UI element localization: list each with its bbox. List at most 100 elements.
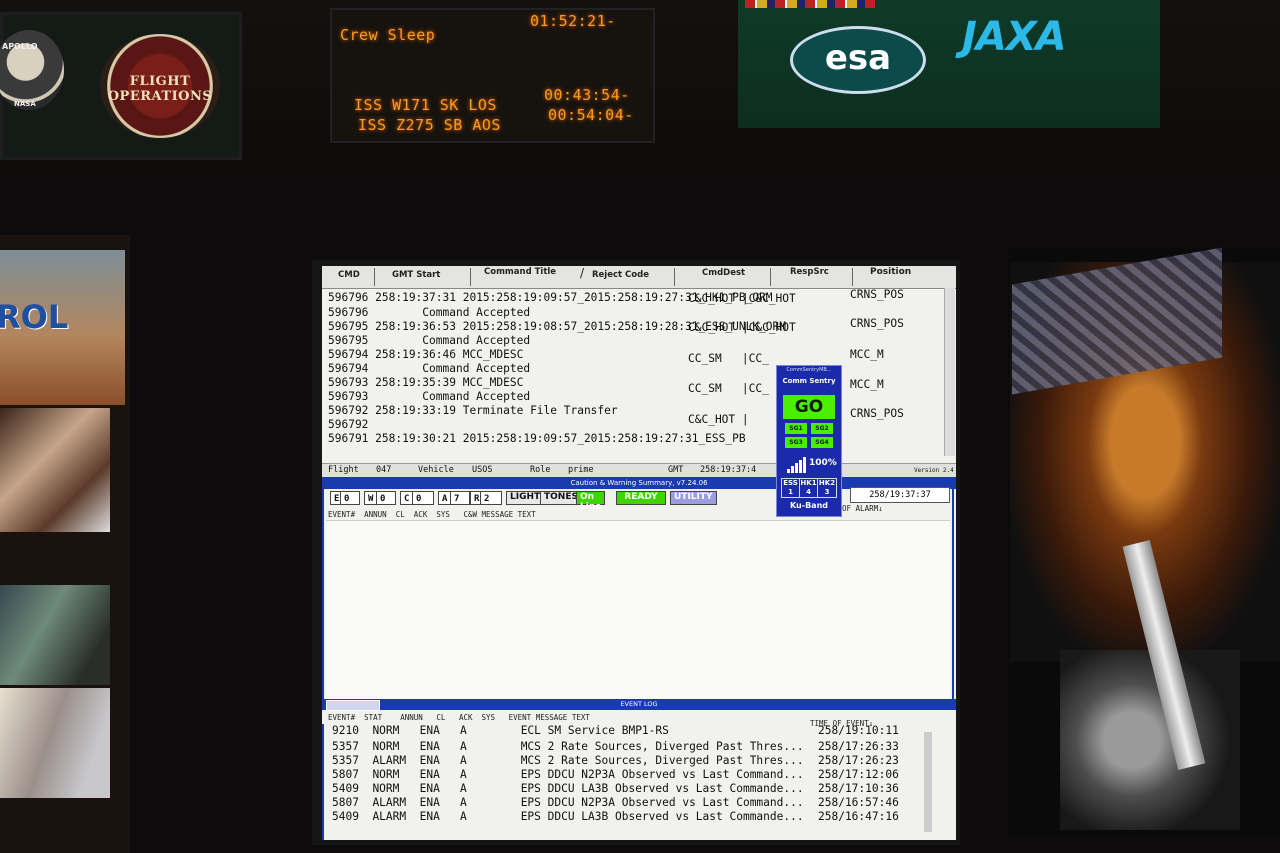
list-item[interactable]: 596794 258:19:36:46 MCC_MDESC	[328, 348, 523, 361]
table-row-time: 258/17:12:06	[818, 768, 899, 781]
nasa-label: NASA	[14, 100, 36, 108]
vehicle-value: USOS	[472, 465, 493, 475]
poster-image-3	[0, 585, 110, 685]
esa-label: esa	[824, 38, 892, 78]
list-item[interactable]: 596795 Command Accepted	[328, 334, 530, 347]
ready-button[interactable]: READY	[616, 491, 666, 505]
band-hk2: HK2 3	[818, 479, 836, 496]
count-c-value: 0	[412, 491, 434, 505]
list-item-position: CRNS_POS	[850, 317, 904, 330]
vehicle-label: Vehicle	[418, 465, 454, 475]
table-row[interactable]: 5807 ALARM ENA A EPS DDCU N2P3A Observed…	[332, 796, 804, 809]
list-item-position: CRNS_POS	[850, 407, 904, 420]
list-item-dest: C&C_HOT |	[688, 413, 749, 426]
count-e-value: 0	[340, 491, 360, 505]
gmt-value: 258:19:37:4	[700, 465, 757, 475]
event-log-list: 9210 NORM ENA A ECL SM Service BMP1-RS 2…	[322, 724, 956, 840]
table-row[interactable]: 5357 NORM ENA A MCS 2 Rate Sources, Dive…	[332, 740, 804, 753]
los-time: 00:43:54-	[544, 86, 630, 104]
col-respsrc[interactable]: RespSrc	[790, 267, 829, 277]
comm-sentry-widget[interactable]: CommSentryMB... Comm Sentry GO SG1 SG2 S…	[776, 365, 842, 517]
command-history-header: CMD GMT Start Command Title / Reject Cod…	[322, 266, 956, 289]
band-table: ESS 1 HK1 4 HK2 3	[781, 478, 837, 498]
event-log-titlebar[interactable]: EVENT LOG	[322, 699, 956, 710]
ku-band-label: Ku-Band	[790, 501, 828, 510]
table-row[interactable]: 5409 NORM ENA A EPS DDCU LA3B Observed v…	[332, 782, 804, 795]
list-item-dest: CC_SM |CC_	[688, 382, 769, 395]
table-row[interactable]: 5807 NORM ENA A EPS DDCU N2P3A Observed …	[332, 768, 804, 781]
flight-operations-label: FLIGHT OPERATIONS	[107, 74, 213, 104]
comm-status-go: GO	[783, 395, 835, 419]
online-button[interactable]: On Line	[576, 491, 606, 512]
aos-label: ISS Z275 SB AOS	[358, 116, 501, 134]
col-command-title[interactable]: Command Title	[484, 267, 556, 277]
sg2-indicator: SG2	[811, 423, 833, 434]
command-history-list: 596796 258:19:37:31 2015:258:19:09:57_20…	[322, 288, 942, 464]
crew-status-time: 01:52:21-	[530, 12, 616, 30]
band-ess: ESS 1	[782, 479, 800, 497]
apollo-label: APOLLO	[2, 42, 38, 51]
col-cmddest[interactable]: CmdDest	[702, 268, 745, 278]
count-a-value: 7	[450, 491, 470, 505]
poster-title: ROL	[0, 298, 69, 336]
list-item-dest: CC_SM |CC_	[688, 352, 769, 365]
jaxa-logo: JAXA	[962, 14, 1067, 60]
crew-status-label: Crew Sleep	[340, 26, 436, 44]
poster-image-2	[0, 408, 110, 532]
list-item[interactable]: 596792	[328, 418, 368, 431]
flight-value: 047	[376, 465, 392, 475]
list-item[interactable]: 596792 258:19:33:19 Terminate File Trans…	[328, 404, 618, 417]
list-item-position: CRNS_POS	[850, 288, 904, 301]
table-row[interactable]: 5409 ALARM ENA A EPS DDCU LA3B Observed …	[332, 810, 804, 823]
col-separator-slash: /	[580, 266, 585, 280]
los-label: ISS W171 SK LOS	[354, 96, 497, 114]
table-row[interactable]: 5357 ALARM ENA A MCS 2 Rate Sources, Div…	[332, 754, 804, 767]
col-position[interactable]: Position	[870, 267, 911, 277]
command-scrollbar[interactable]	[944, 288, 955, 456]
sg1-indicator: SG1	[785, 423, 807, 434]
cw-column-headers: EVENT# ANNUN CL ACK SYS C&W MESSAGE TEXT	[328, 510, 536, 519]
comm-sentry-window-title: CommSentryMB...	[786, 367, 832, 373]
event-log-tab[interactable]	[326, 700, 380, 711]
col-reject-code[interactable]: Reject Code	[592, 270, 649, 280]
list-item[interactable]: 596796 Command Accepted	[328, 306, 530, 319]
cw-message-list	[326, 520, 950, 699]
col-gmt-start[interactable]: GMT Start	[392, 270, 440, 280]
list-item-position: MCC_M	[850, 348, 884, 361]
table-row-time: 258/17:10:36	[818, 782, 899, 795]
table-row-time: 258/16:47:16	[818, 810, 899, 823]
event-log-column-headers: EVENT# STAT ANNUN CL ACK SYS EVENT MESSA…	[328, 713, 590, 722]
utility-button[interactable]: UTILITY	[670, 491, 717, 505]
signal-percent: 100%	[809, 458, 837, 468]
flight-label: Flight	[328, 465, 359, 475]
robotic-base-image	[1060, 650, 1240, 830]
list-item[interactable]: 596793 Command Accepted	[328, 390, 530, 403]
event-log-scrollbar[interactable]	[924, 732, 932, 832]
gmt-label: GMT	[668, 465, 684, 475]
list-item[interactable]: 596793 258:19:35:39 MCC_MDESC	[328, 376, 523, 389]
table-row-time: 258/19:10:11	[818, 724, 899, 737]
list-item[interactable]: 596791 258:19:30:21 2015:258:19:09:57_20…	[328, 432, 746, 445]
list-item-position: MCC_M	[850, 378, 884, 391]
flags-strip	[745, 0, 875, 8]
count-w-value: 0	[376, 491, 396, 505]
list-item[interactable]: 596794 Command Accepted	[328, 362, 530, 375]
table-row-time: 258/17:26:23	[818, 754, 899, 767]
sg4-indicator: SG4	[811, 437, 833, 448]
poster-image-4	[0, 688, 110, 798]
role-value: prime	[568, 465, 594, 475]
version-label: Version 2.4	[914, 467, 954, 474]
comm-sentry-name: Comm Sentry	[782, 377, 836, 385]
cw-time-display: 258/19:37:37	[850, 487, 950, 503]
aos-time: 00:54:04-	[548, 106, 634, 124]
cw-time-column-header[interactable]: OF ALARM↓	[842, 504, 883, 513]
list-item-dest: C&C_HOT |C&C_HOT	[688, 292, 796, 305]
mission-clock-panel: Crew Sleep 01:52:21- ISS W171 SK LOS 00:…	[330, 8, 655, 143]
col-cmd[interactable]: CMD	[338, 270, 360, 280]
table-row[interactable]: 9210 NORM ENA A ECL SM Service BMP1-RS	[332, 724, 669, 737]
role-label: Role	[530, 465, 551, 475]
monitor-screen: CMD GMT Start Command Title / Reject Cod…	[322, 266, 956, 840]
sg3-indicator: SG3	[785, 437, 807, 448]
table-row-time: 258/17:26:33	[818, 740, 899, 753]
flight-status-bar: Flight 047 Vehicle USOS Role prime GMT 2…	[322, 463, 956, 478]
